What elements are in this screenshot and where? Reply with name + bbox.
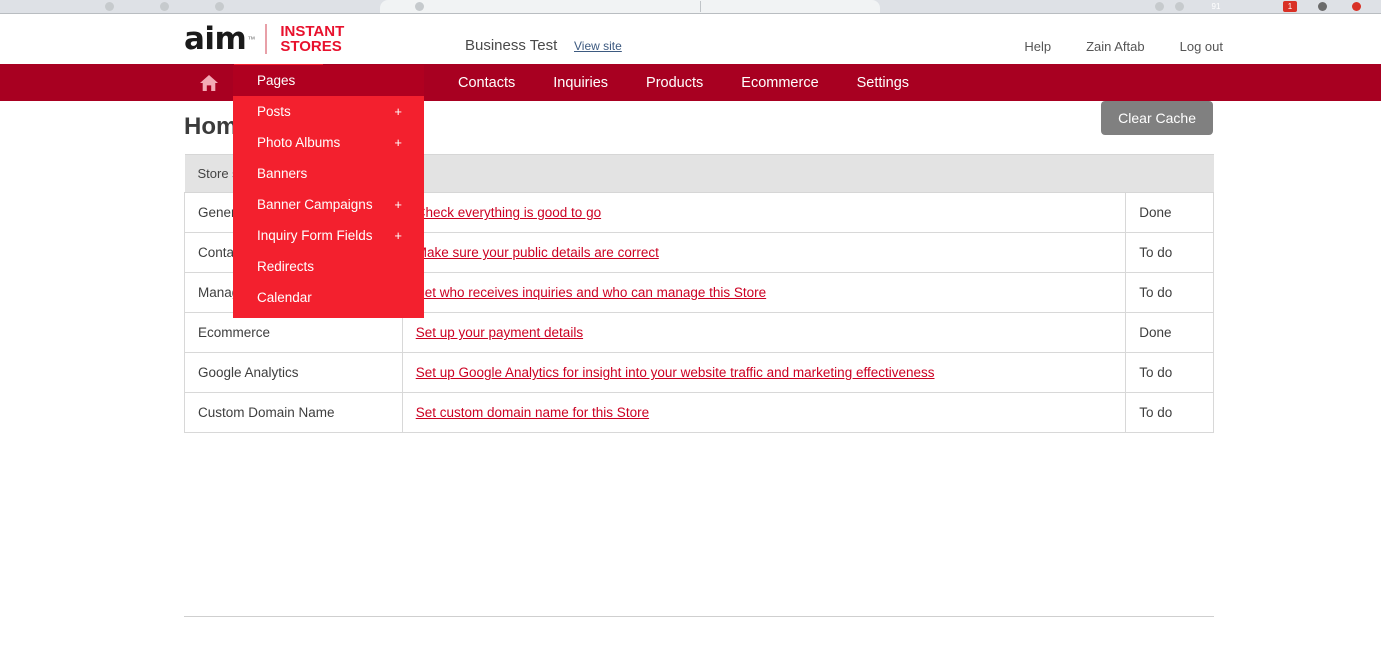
dropdown-item-redirects[interactable]: Redirects	[233, 251, 424, 282]
dropdown-item-label: Posts	[257, 104, 291, 119]
header-user-links: Help Zain Aftab Log out	[1024, 39, 1223, 54]
app-page: aim ™ INSTANT STORES Business Test View …	[0, 14, 1381, 652]
column-header-description	[402, 154, 1126, 193]
row-description: Set custom domain name for this Store	[401, 392, 1127, 433]
dropdown-item-banner-campaigns[interactable]: Banner Campaigns +	[233, 189, 424, 220]
dropdown-item-label: Calendar	[257, 290, 312, 305]
site-header: aim ™ INSTANT STORES Business Test View …	[0, 14, 1381, 64]
dropdown-item-label: Redirects	[257, 259, 315, 274]
dropdown-item-label: Banner Campaigns	[257, 197, 373, 212]
chrome-divider	[700, 1, 701, 12]
row-status: To do	[1125, 392, 1214, 433]
chrome-control-dot[interactable]	[105, 2, 114, 11]
main-navigation: Content Appearance Contacts Inquiries Pr…	[0, 64, 1381, 101]
chrome-favicon	[415, 2, 424, 11]
extension-badge-mail[interactable]: 91	[1205, 1, 1227, 12]
logo-line-instant: INSTANT	[280, 23, 345, 40]
expand-plus-icon[interactable]: +	[394, 228, 402, 243]
chrome-extension-icon[interactable]	[1175, 2, 1184, 11]
nav-item-products[interactable]: Products	[627, 64, 722, 101]
dropdown-item-posts[interactable]: Posts +	[233, 96, 424, 127]
dropdown-item-label: Pages	[257, 73, 296, 88]
row-label: Custom Domain Name	[184, 392, 403, 433]
row-status: To do	[1125, 272, 1214, 313]
row-action-link[interactable]: Check everything is good to go	[416, 205, 601, 220]
view-site-link[interactable]: View site	[574, 39, 622, 53]
logout-link[interactable]: Log out	[1180, 39, 1223, 54]
row-label: Ecommerce	[184, 312, 403, 353]
chrome-control-dot[interactable]	[215, 2, 224, 11]
row-status: To do	[1125, 232, 1214, 273]
dropdown-item-banners[interactable]: Banners	[233, 158, 424, 189]
clear-cache-button[interactable]: Clear Cache	[1101, 101, 1213, 135]
dropdown-item-calendar[interactable]: Calendar	[233, 282, 424, 313]
row-action-link[interactable]: Set who receives inquiries and who can m…	[416, 285, 766, 300]
dropdown-item-inquiry-form-fields[interactable]: Inquiry Form Fields +	[233, 220, 424, 251]
site-name: Business Test	[465, 37, 558, 54]
user-account-link[interactable]: Zain Aftab	[1086, 39, 1145, 54]
chrome-profile-icon[interactable]	[1352, 2, 1361, 11]
expand-plus-icon[interactable]: +	[394, 197, 402, 212]
chrome-extension-icon[interactable]	[1155, 2, 1164, 11]
row-status: Done	[1125, 312, 1214, 353]
browser-tab[interactable]	[380, 0, 880, 14]
help-link[interactable]: Help	[1024, 39, 1051, 54]
expand-plus-icon[interactable]: +	[394, 104, 402, 119]
chrome-extension-icon[interactable]	[1318, 2, 1327, 11]
nav-item-contacts[interactable]: Contacts	[439, 64, 534, 101]
row-action-link[interactable]: Set custom domain name for this Store	[416, 405, 649, 420]
main-content: Home Clear Cache Store setup General Det…	[0, 101, 1381, 433]
extension-badge-alert[interactable]: 1	[1283, 1, 1297, 12]
table-row: Custom Domain Name Set custom domain nam…	[184, 392, 1214, 433]
expand-plus-icon[interactable]: +	[394, 135, 402, 150]
table-row: Ecommerce Set up your payment details Do…	[184, 312, 1214, 353]
dropdown-item-label: Banners	[257, 166, 308, 181]
row-description: Set up Google Analytics for insight into…	[401, 352, 1127, 393]
chrome-control-dot[interactable]	[160, 2, 169, 11]
home-icon[interactable]	[184, 64, 234, 101]
column-header-status	[1125, 154, 1214, 193]
dropdown-item-photo-albums[interactable]: Photo Albums +	[233, 127, 424, 158]
row-status: Done	[1125, 192, 1214, 233]
dropdown-item-label: Photo Albums	[257, 135, 341, 150]
dropdown-item-label: Inquiry Form Fields	[257, 228, 373, 243]
row-action-link[interactable]: Make sure your public details are correc…	[416, 245, 659, 260]
content-dropdown-menu: Pages Posts + Photo Albums + Banners Ban…	[233, 65, 424, 318]
row-action-link[interactable]: Set up Google Analytics for insight into…	[416, 365, 935, 380]
nav-item-ecommerce[interactable]: Ecommerce	[722, 64, 837, 101]
logo-trademark: ™	[247, 34, 256, 44]
nav-item-inquiries[interactable]: Inquiries	[534, 64, 627, 101]
logo-divider	[265, 24, 268, 54]
row-description: Make sure your public details are correc…	[401, 232, 1127, 273]
row-action-link[interactable]: Set up your payment details	[416, 325, 583, 340]
row-status: To do	[1125, 352, 1214, 393]
row-description: Set who receives inquiries and who can m…	[401, 272, 1127, 313]
footer-divider	[184, 616, 1214, 617]
brand-logo[interactable]: aim ™ INSTANT STORES	[184, 21, 344, 57]
logo-instant-stores: INSTANT STORES	[280, 24, 344, 54]
logo-aim-text: aim	[184, 20, 247, 57]
browser-chrome: 91 1	[0, 0, 1381, 14]
nav-item-settings[interactable]: Settings	[838, 64, 928, 101]
row-label: Google Analytics	[184, 352, 403, 393]
table-row: Google Analytics Set up Google Analytics…	[184, 352, 1214, 393]
row-description: Check everything is good to go	[401, 192, 1127, 233]
dropdown-item-pages[interactable]: Pages	[233, 65, 424, 96]
logo-line-stores: STORES	[280, 38, 342, 55]
row-description: Set up your payment details	[401, 312, 1127, 353]
